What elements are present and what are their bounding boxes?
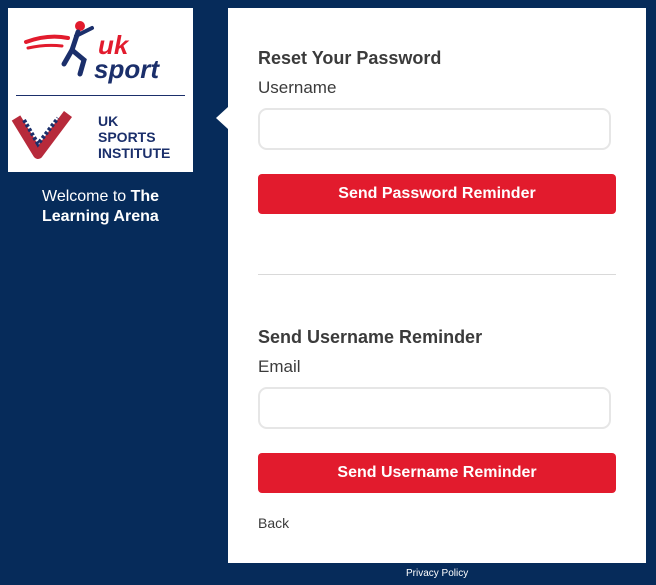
logo-divider bbox=[16, 95, 185, 96]
back-link[interactable]: Back bbox=[258, 515, 289, 531]
uk-sport-logo: uk sport bbox=[24, 21, 160, 84]
welcome-prefix: Welcome to bbox=[42, 188, 131, 205]
privacy-policy-link[interactable]: Privacy Policy bbox=[406, 568, 468, 579]
svg-text:UK: UK bbox=[98, 113, 118, 129]
reset-password-title: Reset Your Password bbox=[258, 48, 442, 68]
email-input[interactable] bbox=[258, 387, 611, 429]
svg-text:sport: sport bbox=[94, 54, 160, 84]
username-input[interactable] bbox=[258, 108, 611, 150]
email-label: Email bbox=[258, 357, 301, 376]
username-label: Username bbox=[258, 78, 337, 97]
logo-panel: uk sport UK SPORTS INSTITUTE bbox=[8, 8, 193, 172]
section-divider bbox=[258, 274, 616, 275]
page: uk sport UK SPORTS INSTITUTE Welcome to … bbox=[0, 0, 656, 585]
username-reminder-title: Send Username Reminder bbox=[258, 327, 483, 347]
panel-pointer bbox=[216, 107, 228, 129]
send-username-reminder-button[interactable]: Send Username Reminder bbox=[258, 453, 616, 493]
svg-text:SPORTS: SPORTS bbox=[98, 129, 156, 145]
svg-text:INSTITUTE: INSTITUTE bbox=[98, 145, 170, 161]
form-panel: Reset Your Password Username Send Passwo… bbox=[228, 8, 646, 563]
uk-sports-institute-logo: UK SPORTS INSTITUTE bbox=[11, 111, 170, 161]
welcome-text: Welcome to The Learning Arena bbox=[42, 187, 192, 227]
send-password-reminder-button[interactable]: Send Password Reminder bbox=[258, 174, 616, 214]
